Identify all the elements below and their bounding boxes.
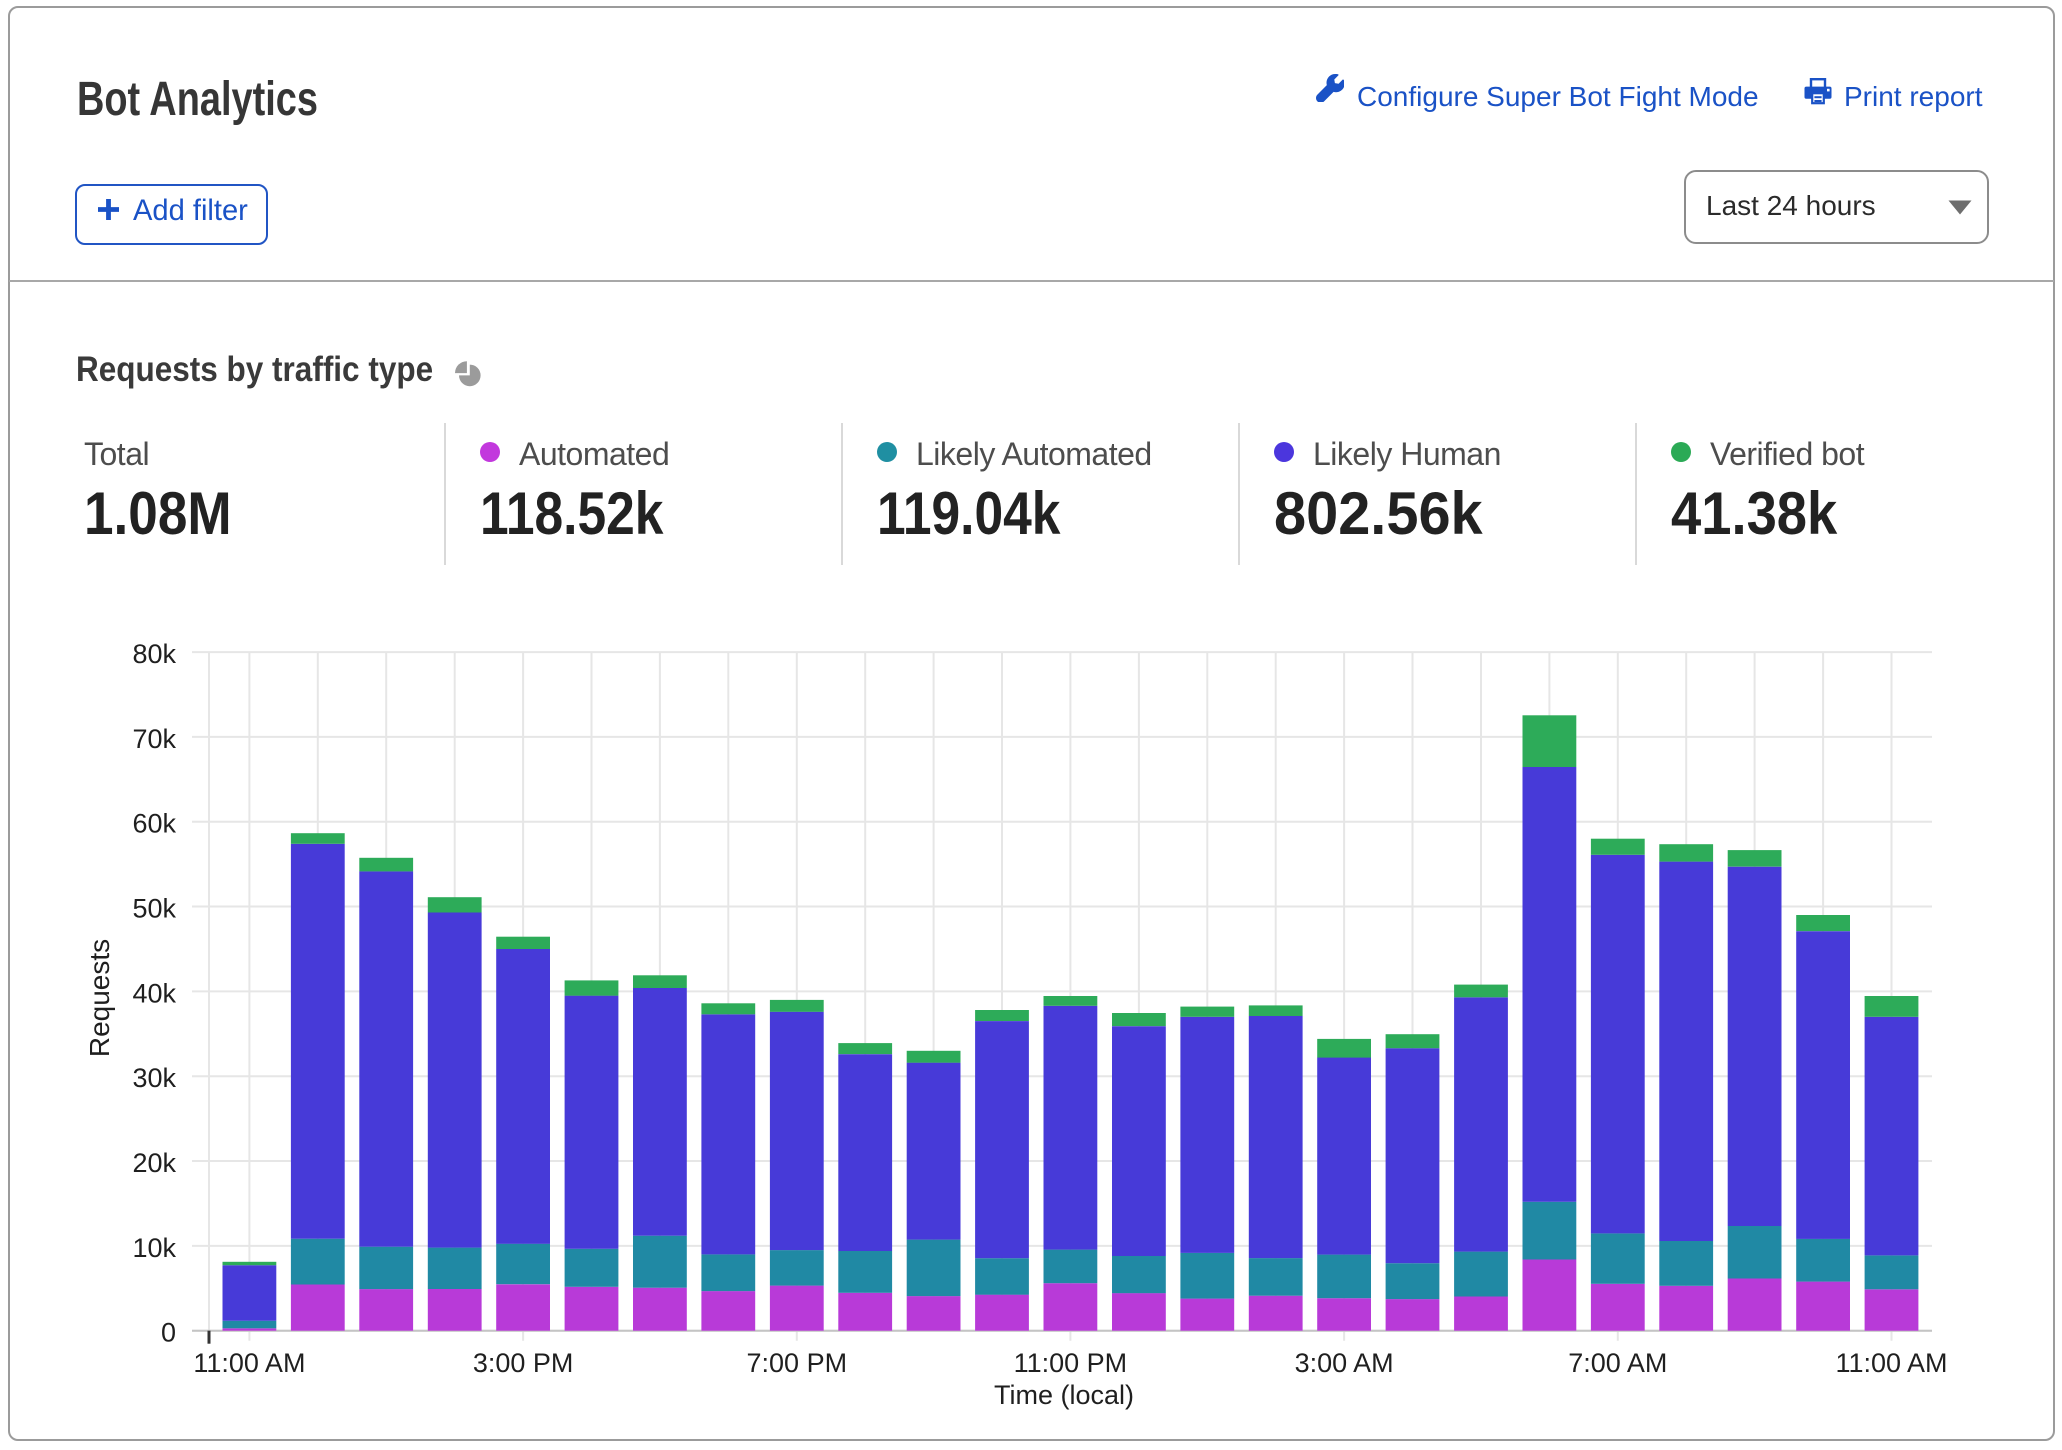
- svg-text:20k: 20k: [132, 1148, 176, 1178]
- svg-text:7:00 AM: 7:00 AM: [1568, 1348, 1667, 1378]
- svg-text:7:00 PM: 7:00 PM: [747, 1348, 848, 1378]
- svg-text:70k: 70k: [132, 724, 176, 754]
- svg-text:11:00 AM: 11:00 AM: [1835, 1348, 1947, 1378]
- svg-text:11:00 AM: 11:00 AM: [193, 1348, 305, 1378]
- svg-text:40k: 40k: [132, 978, 176, 1008]
- svg-text:3:00 AM: 3:00 AM: [1295, 1348, 1394, 1378]
- svg-text:0: 0: [161, 1318, 176, 1348]
- svg-text:11:00 PM: 11:00 PM: [1014, 1348, 1128, 1378]
- svg-text:Time (local): Time (local): [994, 1380, 1134, 1410]
- svg-text:60k: 60k: [132, 809, 176, 839]
- svg-text:30k: 30k: [132, 1063, 176, 1093]
- svg-text:80k: 80k: [132, 639, 176, 669]
- svg-text:Requests: Requests: [84, 939, 115, 1057]
- svg-text:10k: 10k: [132, 1233, 176, 1263]
- svg-text:3:00 PM: 3:00 PM: [473, 1348, 574, 1378]
- svg-text:50k: 50k: [132, 894, 176, 924]
